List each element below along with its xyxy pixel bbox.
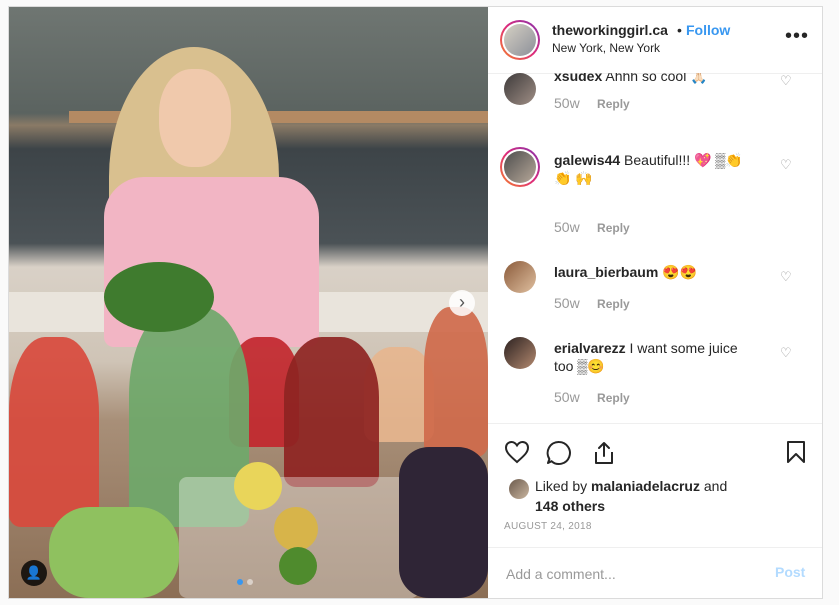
post-card: › 👤 theworkinggirl.ca • Follow New York,… — [8, 6, 823, 599]
carousel-dot — [247, 579, 253, 585]
add-comment-bar: Post — [488, 547, 822, 599]
photo-jar — [9, 337, 99, 527]
carousel-dots — [237, 579, 253, 585]
comment-meta: 50w Reply — [554, 219, 630, 235]
comment-input[interactable] — [504, 563, 758, 585]
comment-like-icon[interactable]: ♡ — [780, 73, 792, 89]
post-location[interactable]: New York, New York — [552, 41, 660, 55]
photo-apples — [49, 507, 179, 598]
comment-text: xsudex Ahhh so cool 🙏🏻 — [554, 73, 754, 85]
follow-button[interactable]: Follow — [686, 22, 730, 38]
commenter-avatar[interactable] — [504, 73, 536, 105]
comment-like-icon[interactable]: ♡ — [780, 157, 792, 173]
carousel-dot-active — [237, 579, 243, 585]
commenter-username[interactable]: erialvarezz — [554, 340, 626, 356]
comment-time[interactable]: 50w — [554, 219, 580, 235]
post-date[interactable]: AUGUST 24, 2018 — [504, 521, 592, 532]
comment-text: galewis44 Beautiful!!! 💖 ▒👏👏 🙌 — [554, 151, 754, 187]
comment-like-icon[interactable]: ♡ — [780, 269, 792, 285]
commenter-avatar[interactable] — [504, 337, 536, 369]
author-username[interactable]: theworkinggirl.ca — [552, 22, 668, 38]
comment-icon[interactable] — [546, 440, 572, 466]
comments-list[interactable]: xsudex Ahhh so cool 🙏🏻 50w Reply ♡ galew… — [488, 73, 822, 423]
commenter-username[interactable]: xsudex — [554, 73, 602, 84]
likes-row: Liked by malaniadelacruz and 148 others — [488, 475, 822, 515]
commenter-username[interactable]: laura_bierbaum — [554, 264, 658, 280]
photo-fruit — [274, 507, 318, 551]
likes-prefix: Liked by — [535, 478, 592, 494]
post-sidebar: theworkinggirl.ca • Follow New York, New… — [488, 7, 822, 598]
header-separator: • — [677, 22, 682, 38]
heart-icon[interactable] — [504, 440, 530, 464]
reply-button[interactable]: Reply — [597, 97, 630, 111]
comment-time[interactable]: 50w — [554, 95, 580, 111]
commenter-username[interactable]: galewis44 — [554, 152, 620, 168]
comment-meta: 50w Reply — [554, 295, 630, 311]
liker-username[interactable]: malaniadelacruz — [591, 478, 700, 494]
post-header: theworkinggirl.ca • Follow New York, New… — [488, 7, 822, 74]
comment-body: 😍😍 — [662, 264, 698, 280]
commenter-avatar[interactable] — [504, 261, 536, 293]
share-icon[interactable] — [592, 440, 616, 466]
photo-jar — [284, 337, 379, 487]
reply-button[interactable]: Reply — [597, 297, 630, 311]
likes-others[interactable]: 148 others — [535, 498, 605, 514]
likes-summary: Liked by malaniadelacruz and 148 others — [535, 476, 785, 516]
comment-meta: 50w Reply — [554, 389, 630, 405]
photo-jar — [424, 307, 488, 457]
photo-person-face — [159, 69, 231, 167]
liker-avatar[interactable] — [509, 479, 529, 499]
comment-body: Ahhh so cool 🙏🏻 — [605, 73, 708, 84]
comment-time[interactable]: 50w — [554, 295, 580, 311]
reply-button[interactable]: Reply — [597, 391, 630, 405]
more-options-icon[interactable]: ••• — [785, 25, 809, 48]
reply-button[interactable]: Reply — [597, 221, 630, 235]
commenter-avatar[interactable] — [500, 147, 540, 187]
post-comment-button[interactable]: Post — [775, 564, 805, 580]
photo-grapes — [399, 447, 488, 598]
carousel-next-button[interactable]: › — [449, 290, 475, 316]
action-bar — [488, 423, 822, 479]
comment-meta: 50w Reply — [554, 95, 630, 111]
user-tag-icon[interactable]: 👤 — [21, 560, 47, 586]
photo-basil — [104, 262, 214, 332]
bookmark-icon[interactable] — [786, 440, 806, 464]
photo-lemon — [234, 462, 282, 510]
likes-and: and — [699, 478, 728, 494]
comment-like-icon[interactable]: ♡ — [780, 345, 792, 361]
comment-time[interactable]: 50w — [554, 389, 580, 405]
comment-text: laura_bierbaum 😍😍 — [554, 263, 754, 281]
post-photo[interactable]: › 👤 — [9, 7, 488, 598]
comment-text: erialvarezz I want some juice too ▒😊 — [554, 339, 754, 375]
author-avatar[interactable] — [500, 20, 540, 60]
photo-lime — [279, 547, 317, 585]
